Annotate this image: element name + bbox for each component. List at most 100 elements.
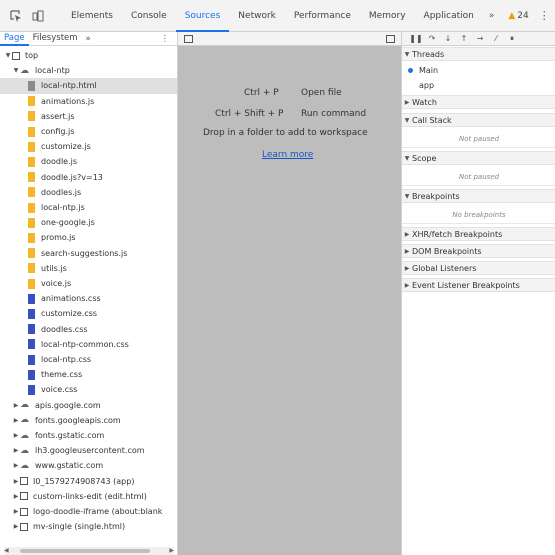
collapsed-caret-icon: ▶	[404, 230, 410, 238]
shortcut-action-run-command: Run command	[301, 109, 367, 119]
dom-breakpoints-label: DOM Breakpoints	[412, 246, 482, 256]
frame-icon	[20, 477, 28, 486]
collapsed-caret-icon[interactable]: ▶	[12, 508, 20, 515]
threads-label: Threads	[412, 49, 445, 59]
breakpoints-status: No breakpoints	[402, 206, 555, 224]
file-item[interactable]: customize.js	[0, 139, 177, 154]
step-icon[interactable]: →	[472, 34, 488, 43]
tree-node[interactable]: ▶ ☁ fonts.googleapis.com	[0, 413, 177, 428]
tree-node[interactable]: ▶ ☁ lh3.googleusercontent.com	[0, 443, 177, 458]
expanded-caret-icon[interactable]: ▼	[4, 52, 12, 59]
file-item[interactable]: search-suggestions.js	[0, 246, 177, 261]
file-item[interactable]: animations.js	[0, 94, 177, 109]
tab-performance[interactable]: Performance	[285, 0, 360, 32]
dom-breakpoints-header[interactable]: ▶ DOM Breakpoints	[402, 244, 555, 258]
editor-toolbar	[178, 32, 401, 46]
tab-elements[interactable]: Elements	[62, 0, 122, 32]
cloud-icon: ☁	[20, 460, 29, 471]
expanded-caret-icon[interactable]: ▼	[12, 67, 20, 74]
threads-header[interactable]: ▼ Threads	[402, 47, 555, 61]
collapsed-caret-icon[interactable]: ▶	[12, 447, 20, 454]
file-item[interactable]: doodle.js?v=13	[0, 170, 177, 185]
inspect-element-icon[interactable]	[10, 9, 22, 23]
call-stack-header[interactable]: ▼ Call Stack	[402, 113, 555, 127]
xhr-breakpoints-header[interactable]: ▶ XHR/fetch Breakpoints	[402, 227, 555, 241]
collapsed-caret-icon[interactable]: ▶	[12, 478, 20, 485]
tree-node[interactable]: ▶ mv-single (single.html)	[0, 519, 177, 534]
file-item[interactable]: customize.css	[0, 306, 177, 321]
tree-node[interactable]: ▼ top	[0, 48, 177, 63]
tree-item-label: local-ntp.html	[41, 81, 97, 91]
scroll-right-icon[interactable]: ▶	[169, 547, 174, 554]
cloud-icon: ☁	[20, 415, 29, 426]
global-listeners-header[interactable]: ▶ Global Listeners	[402, 261, 555, 275]
tab-sources[interactable]: Sources	[175, 0, 230, 32]
collapsed-caret-icon[interactable]: ▶	[12, 462, 20, 469]
collapsed-caret-icon[interactable]: ▶	[12, 493, 20, 500]
file-item[interactable]: local-ntp-common.css	[0, 337, 177, 352]
file-item[interactable]: local-ntp.js	[0, 200, 177, 215]
file-item[interactable]: promo.js	[0, 230, 177, 245]
warnings-counter[interactable]: ▲ 24	[508, 11, 528, 21]
tree-item-label: local-ntp-common.css	[41, 339, 129, 349]
collapsed-caret-icon[interactable]: ▶	[12, 432, 20, 439]
scroll-left-icon[interactable]: ◀	[4, 547, 9, 554]
scrollbar-thumb[interactable]	[20, 549, 150, 553]
tab-memory[interactable]: Memory	[360, 0, 415, 32]
cloud-icon: ☁	[20, 430, 29, 441]
scope-header[interactable]: ▼ Scope	[402, 151, 555, 165]
breakpoints-header[interactable]: ▼ Breakpoints	[402, 189, 555, 203]
tree-node[interactable]: ▶ custom-links-edit (edit.html)	[0, 489, 177, 504]
toggle-debugger-icon[interactable]	[386, 35, 395, 43]
pause-icon[interactable]: ❚❚	[408, 34, 424, 43]
tab-filesystem[interactable]: Filesystem	[29, 32, 82, 46]
tree-node[interactable]: ▼ ☁ local-ntp	[0, 63, 177, 78]
tab-network[interactable]: Network	[229, 0, 285, 32]
tree-node[interactable]: ▶ I0_1579274908743 (app)	[0, 474, 177, 489]
file-item[interactable]: theme.css	[0, 367, 177, 382]
file-item[interactable]: voice.css	[0, 382, 177, 397]
file-item[interactable]: utils.js	[0, 261, 177, 276]
horizontal-scrollbar[interactable]: ◀ ▶	[4, 547, 174, 555]
more-tabs-button[interactable]: »	[483, 11, 501, 21]
tree-item-label: promo.js	[41, 233, 76, 243]
navigator-menu-icon[interactable]: ⋮	[161, 34, 178, 44]
learn-more-link[interactable]: Learn more	[262, 150, 313, 160]
file-item[interactable]: config.js	[0, 124, 177, 139]
toggle-navigator-icon[interactable]	[184, 35, 193, 43]
step-out-icon[interactable]: ↑	[456, 34, 472, 43]
customize-menu-icon[interactable]: ⋮	[539, 9, 550, 22]
file-item[interactable]: animations.css	[0, 291, 177, 306]
collapsed-caret-icon[interactable]: ▶	[12, 402, 20, 409]
tab-page[interactable]: Page	[0, 32, 29, 46]
file-item[interactable]: doodle.js	[0, 154, 177, 169]
file-item[interactable]: local-ntp.css	[0, 352, 177, 367]
device-toolbar-icon[interactable]	[32, 9, 44, 23]
collapsed-caret-icon[interactable]: ▶	[12, 417, 20, 424]
file-item[interactable]: one-google.js	[0, 215, 177, 230]
tree-node[interactable]: ▶ ☁ fonts.gstatic.com	[0, 428, 177, 443]
tree-node[interactable]: ▶ ☁ www.gstatic.com	[0, 458, 177, 473]
file-item[interactable]: voice.js	[0, 276, 177, 291]
deactivate-breakpoints-icon[interactable]: ⁄	[488, 34, 504, 43]
collapsed-caret-icon: ▶	[404, 98, 410, 106]
drop-folder-hint: Drop in a folder to add to workspace	[203, 128, 368, 138]
collapsed-caret-icon[interactable]: ▶	[12, 523, 20, 530]
event-listener-breakpoints-header[interactable]: ▶ Event Listener Breakpoints	[402, 278, 555, 292]
pause-on-exceptions-icon[interactable]: ⏸	[504, 34, 520, 44]
step-over-icon[interactable]: ↷	[424, 34, 440, 43]
tree-node[interactable]: ▶ logo-doodle-iframe (about:blank	[0, 504, 177, 519]
file-item[interactable]: doodles.js	[0, 185, 177, 200]
tab-console[interactable]: Console	[122, 0, 176, 32]
tree-node[interactable]: ▶ ☁ apis.google.com	[0, 398, 177, 413]
tab-application[interactable]: Application	[415, 0, 483, 32]
thread-item-main[interactable]: Main	[402, 63, 555, 77]
file-item[interactable]: local-ntp.html	[0, 78, 177, 94]
collapsed-caret-icon: ▶	[404, 247, 410, 255]
step-into-icon[interactable]: ↓	[440, 34, 456, 43]
file-item[interactable]: doodles.css	[0, 322, 177, 337]
file-item[interactable]: assert.js	[0, 109, 177, 124]
watch-header[interactable]: ▶ Watch	[402, 95, 555, 109]
thread-item-app[interactable]: app	[402, 78, 555, 92]
more-navigator-tabs-button[interactable]: »	[82, 34, 95, 44]
